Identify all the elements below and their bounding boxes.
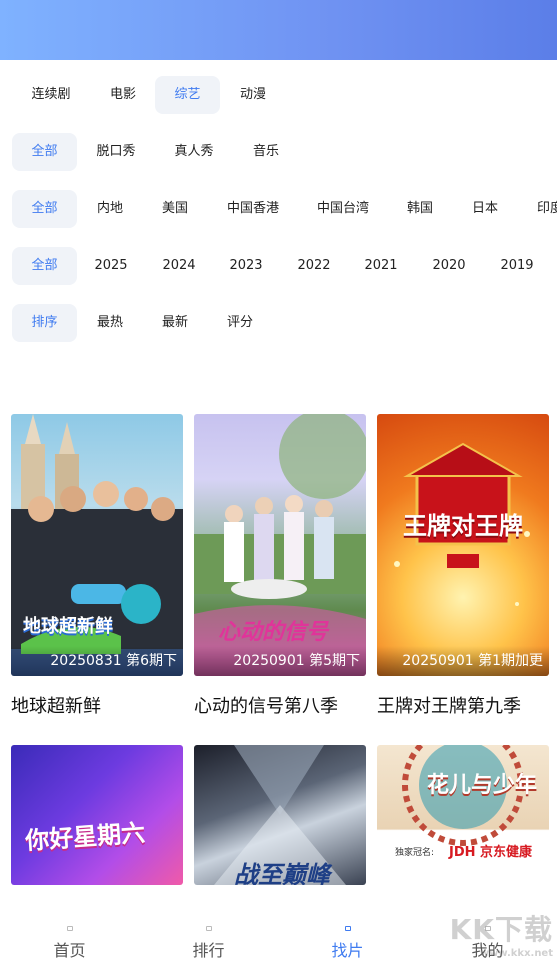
episode-label: 20250831 第6期下	[11, 646, 183, 676]
filter-year-2021[interactable]: 2021	[358, 247, 404, 285]
filter-year-2025[interactable]: 2025	[88, 247, 134, 285]
tab-movie[interactable]: 电影	[96, 76, 150, 114]
filter-region-hk[interactable]: 中国香港	[220, 190, 286, 228]
filter-year-2019[interactable]: 2019	[494, 247, 540, 285]
poster-title-text: 王牌对王牌	[403, 512, 523, 540]
home-icon	[66, 926, 73, 931]
tab-variety[interactable]: 综艺	[155, 76, 220, 114]
filter-year-2024[interactable]: 2024	[156, 247, 202, 285]
ranking-icon	[205, 926, 212, 931]
tab-anime[interactable]: 动漫	[226, 76, 280, 114]
discover-icon	[344, 926, 351, 931]
poster-title-text: 心动的信号	[218, 620, 329, 645]
filter-genre-reality[interactable]: 真人秀	[166, 133, 222, 171]
sort-label[interactable]: 排序	[12, 304, 77, 342]
poster-image: 心动的信号 20250901 第5期下	[194, 414, 366, 676]
tab-ranking[interactable]: 排行	[139, 888, 278, 961]
poster-title-text: 地球超新鲜	[23, 616, 113, 637]
sort-rating[interactable]: 评分	[218, 304, 262, 342]
filter-year: 全部 2025 2024 2023 2022 2021 2020 2019	[0, 247, 557, 287]
tab-home-label: 首页	[53, 941, 86, 960]
show-card[interactable]: 心动的信号 20250901 第5期下 心动的信号第八季	[194, 414, 366, 718]
sponsor-label: 独家冠名:	[395, 848, 435, 858]
tab-home[interactable]: 首页	[0, 888, 139, 961]
bottom-tab-bar: 首页 排行 找片 我的 KK下载 www.kkx.net	[0, 888, 557, 961]
filter-sort: 排序 最热 最新 评分	[0, 304, 557, 344]
filter-genre: 全部 脱口秀 真人秀 音乐	[0, 133, 557, 173]
tab-discover[interactable]: 找片	[278, 888, 417, 961]
episode-label: 20250901 第1期加更	[377, 646, 549, 676]
filter-region: 全部 内地 美国 中国香港 中国台湾 韩国 日本 印度	[0, 190, 557, 230]
filter-year-2020[interactable]: 2020	[426, 247, 472, 285]
show-card[interactable]: 王牌对王牌 20250901 第1期加更 王牌对王牌第九季	[377, 414, 549, 718]
tab-discover-label: 找片	[331, 941, 364, 960]
filter-year-all[interactable]: 全部	[12, 247, 77, 285]
filter-year-2022[interactable]: 2022	[291, 247, 337, 285]
poster-title-text: 战至巅峰	[234, 861, 330, 885]
episode-label: 20250901 第5期下	[194, 646, 366, 676]
filter-year-2023[interactable]: 2023	[223, 247, 269, 285]
show-card[interactable]: 你好星期六	[11, 745, 183, 885]
poster-image: 战至巅峰	[194, 745, 366, 885]
poster-image: 你好星期六	[11, 745, 183, 885]
filter-genre-all[interactable]: 全部	[12, 133, 77, 171]
header-bar	[0, 0, 557, 60]
filter-genre-talkshow[interactable]: 脱口秀	[88, 133, 144, 171]
poster-image: 王牌对王牌 20250901 第1期加更	[377, 414, 549, 676]
sponsor-logo-text: JDH 京东健康	[449, 845, 533, 860]
poster-image: 地球超新鲜 20250831 第6期下	[11, 414, 183, 676]
poster-image: 花儿与少年 独家冠名: JDH 京东健康	[377, 745, 549, 885]
show-title: 心动的信号第八季	[194, 696, 338, 717]
sort-new[interactable]: 最新	[153, 304, 197, 342]
sort-hot[interactable]: 最热	[88, 304, 132, 342]
filter-region-jp[interactable]: 日本	[463, 190, 507, 228]
tab-series[interactable]: 连续剧	[20, 76, 82, 114]
filter-region-kr[interactable]: 韩国	[398, 190, 442, 228]
watermark: KK下载 www.kkx.net	[449, 913, 553, 959]
filter-region-all[interactable]: 全部	[12, 190, 77, 228]
show-card[interactable]: 花儿与少年 独家冠名: JDH 京东健康	[377, 745, 549, 885]
filter-genre-music[interactable]: 音乐	[244, 133, 288, 171]
filter-region-in[interactable]: 印度	[530, 190, 557, 228]
filter-region-tw[interactable]: 中国台湾	[310, 190, 376, 228]
poster-title-text: 花儿与少年	[427, 773, 538, 798]
show-title: 地球超新鲜	[11, 696, 101, 717]
tab-ranking-label: 排行	[192, 941, 225, 960]
show-card[interactable]: 地球超新鲜 20250831 第6期下 地球超新鲜	[11, 414, 183, 718]
filter-region-mainland[interactable]: 内地	[88, 190, 132, 228]
show-title: 王牌对王牌第九季	[377, 696, 521, 717]
show-card[interactable]: 战至巅峰	[194, 745, 366, 885]
category-tabs: 连续剧 电影 综艺 动漫	[0, 76, 557, 116]
filter-region-us[interactable]: 美国	[153, 190, 197, 228]
poster-title-text: 你好星期六	[24, 818, 147, 856]
